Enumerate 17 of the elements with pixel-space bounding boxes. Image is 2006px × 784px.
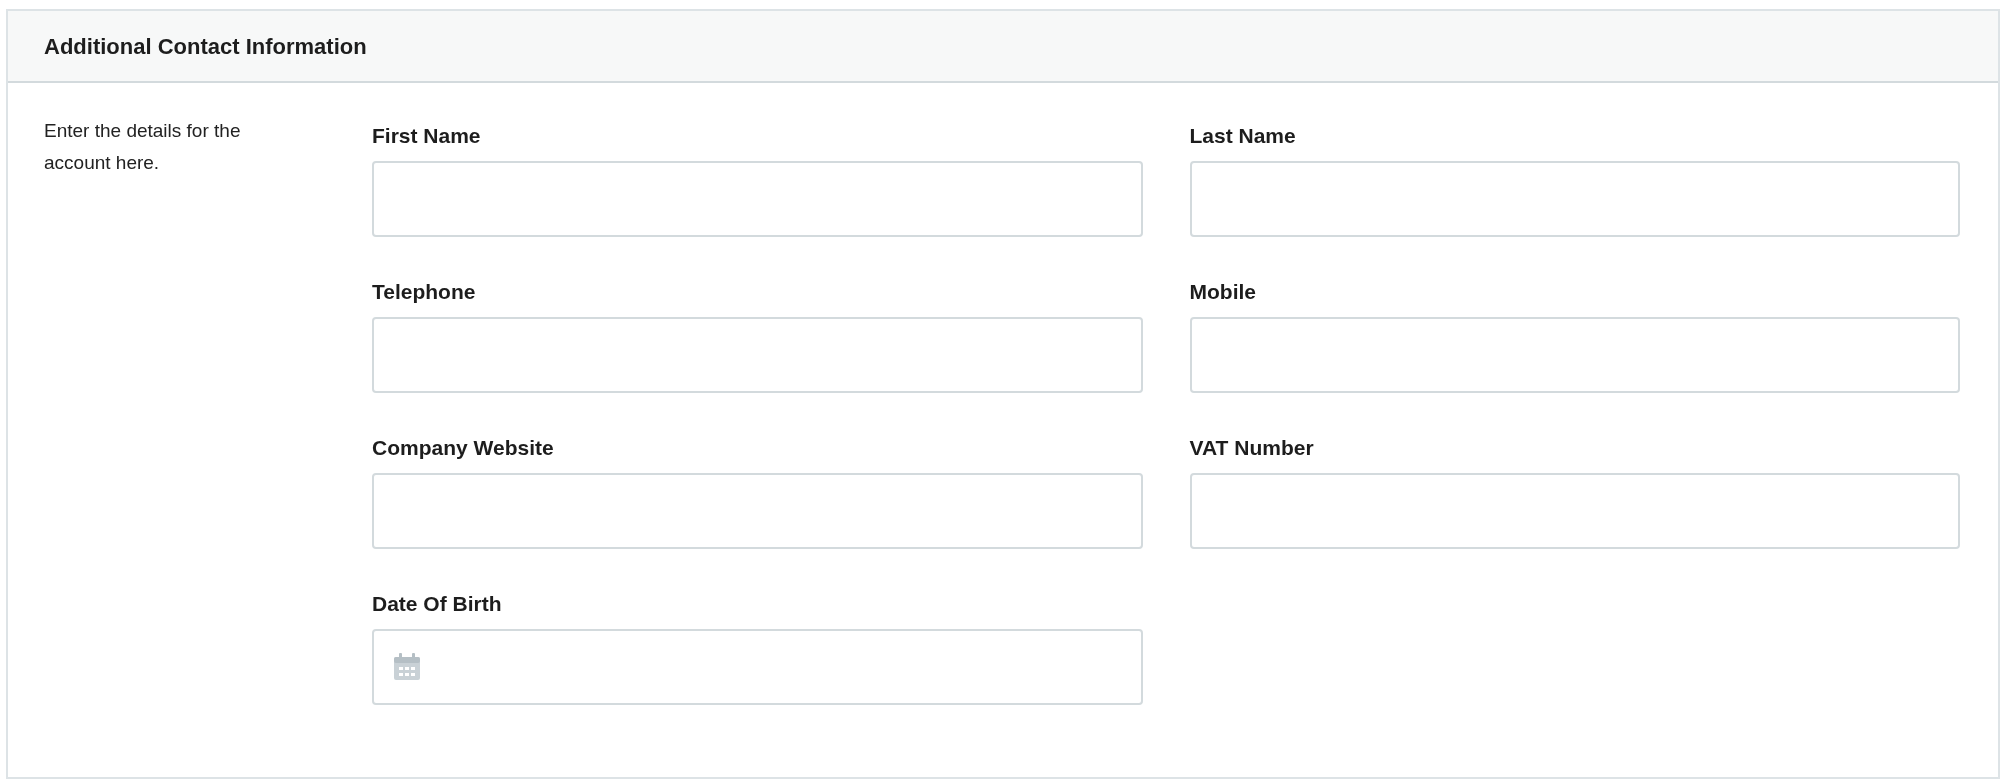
input-field[interactable] (1189, 473, 1960, 549)
panel-description: Enter the details for the account here. (44, 119, 242, 175)
field-label: Telephone (372, 279, 477, 305)
field-label: Mobile (1189, 279, 1257, 305)
input-field[interactable] (1189, 317, 1960, 393)
field-label: First Name (372, 123, 482, 149)
input-field[interactable] (372, 317, 1143, 393)
input-field[interactable] (1189, 161, 1960, 237)
date-input-field[interactable] (372, 629, 1143, 705)
field-label: Last Name (1189, 123, 1297, 149)
input-field[interactable] (372, 161, 1143, 237)
field-label: Company Website (372, 435, 555, 461)
panel-title: Additional Contact Information (44, 32, 367, 61)
calendar-icon (392, 652, 422, 682)
field-label: Date Of Birth (372, 591, 503, 617)
input-field[interactable] (372, 473, 1143, 549)
field-label: VAT Number (1189, 435, 1315, 461)
